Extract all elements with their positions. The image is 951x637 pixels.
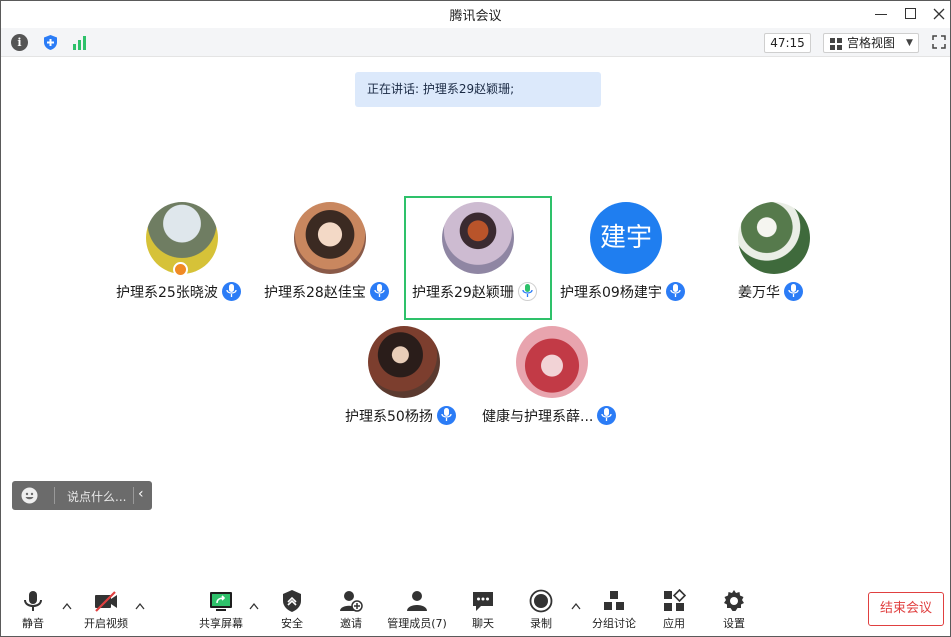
shield-icon[interactable] xyxy=(42,34,59,51)
microphone-icon xyxy=(221,281,241,301)
participant-tile[interactable]: 姜万华 xyxy=(700,197,848,321)
mute-label: 静音 xyxy=(22,617,44,630)
manage-members-button[interactable]: 管理成员(7) xyxy=(384,586,450,632)
info-icon[interactable]: i xyxy=(11,34,28,51)
participant-tile-active[interactable]: 护理系29赵颖珊 xyxy=(404,196,552,320)
microphone-icon xyxy=(24,591,42,611)
participant-name: 护理系28赵佳宝 xyxy=(264,285,366,301)
meeting-toolbar: i 47:15 宫格视图 ▼ xyxy=(1,28,950,57)
members-label: 管理成员(7) xyxy=(387,617,447,630)
settings-label: 设置 xyxy=(723,617,745,630)
share-label: 共享屏幕 xyxy=(199,617,243,630)
participant-tile[interactable]: 护理系50杨扬 xyxy=(330,321,478,445)
chevron-up-icon[interactable] xyxy=(62,602,72,610)
participant-tile[interactable]: 护理系28赵佳宝 xyxy=(256,197,404,321)
apps-button[interactable]: 应用 xyxy=(655,586,693,632)
participant-tile[interactable]: 护理系25张晓波 xyxy=(108,197,256,321)
divider xyxy=(54,487,55,504)
chat-label: 聊天 xyxy=(472,617,494,630)
speaking-indicator: 正在讲话: 护理系29赵颖珊; xyxy=(355,72,601,107)
breakout-rooms-button[interactable]: 分组讨论 xyxy=(589,586,639,632)
record-icon xyxy=(529,589,553,613)
minimize-button[interactable] xyxy=(867,3,895,25)
avatar: 建宇 xyxy=(590,202,662,274)
participant-name: 护理系25张晓波 xyxy=(116,285,218,301)
view-mode-dropdown[interactable]: 宫格视图 ▼ xyxy=(823,33,919,53)
view-mode-label: 宫格视图 xyxy=(847,36,896,50)
invite-label: 邀请 xyxy=(340,617,362,630)
window-title: 腾讯会议 xyxy=(449,9,502,24)
participant-name: 护理系09杨建宇 xyxy=(560,285,662,301)
microphone-icon xyxy=(436,405,456,425)
avatar xyxy=(442,202,514,274)
breakout-icon xyxy=(604,591,624,610)
participant-name: 健康与护理系薛... xyxy=(482,409,594,425)
close-button[interactable] xyxy=(925,3,951,25)
participant-name: 护理系50杨扬 xyxy=(345,409,433,425)
microphone-active-icon xyxy=(517,281,537,301)
divider xyxy=(133,487,134,504)
chat-button[interactable]: 聊天 xyxy=(464,586,502,632)
video-off-icon xyxy=(95,591,117,612)
chat-input-bar[interactable]: 说点什么... ‹ xyxy=(12,481,152,510)
signal-icon[interactable] xyxy=(72,34,89,51)
microphone-icon xyxy=(369,281,389,301)
security-button[interactable]: 安全 xyxy=(273,586,311,632)
title-bar: 腾讯会议 xyxy=(1,1,950,28)
fullscreen-icon[interactable] xyxy=(932,35,946,49)
start-video-button[interactable]: 开启视频 xyxy=(79,586,133,632)
video-label: 开启视频 xyxy=(84,617,128,630)
shield-icon xyxy=(283,590,301,612)
microphone-icon xyxy=(597,405,617,425)
end-meeting-button[interactable]: 结束会议 xyxy=(868,592,944,626)
security-label: 安全 xyxy=(281,617,303,630)
gear-icon xyxy=(724,590,744,611)
chevron-up-icon[interactable] xyxy=(571,602,581,610)
chat-icon xyxy=(473,592,493,611)
microphone-icon xyxy=(784,281,803,301)
chevron-up-icon[interactable] xyxy=(135,602,145,610)
apps-icon xyxy=(664,589,686,611)
record-label: 录制 xyxy=(530,617,552,630)
invite-button[interactable]: 邀请 xyxy=(332,586,370,632)
avatar xyxy=(368,326,440,398)
apps-label: 应用 xyxy=(663,617,685,630)
grid-icon xyxy=(830,38,842,50)
avatar xyxy=(294,202,366,274)
share-screen-button[interactable]: 共享屏幕 xyxy=(196,586,246,632)
chat-placeholder[interactable]: 说点什么... xyxy=(67,488,126,505)
microphone-icon xyxy=(665,281,685,301)
meeting-timer: 47:15 xyxy=(764,33,811,53)
record-button[interactable]: 录制 xyxy=(522,586,560,632)
avatar xyxy=(738,202,810,274)
chevron-left-icon[interactable]: ‹ xyxy=(138,486,144,502)
chevron-down-icon: ▼ xyxy=(906,38,913,48)
participant-tile[interactable]: 健康与护理系薛... xyxy=(478,321,626,445)
avatar xyxy=(516,326,588,398)
members-icon xyxy=(407,591,427,611)
host-icon xyxy=(173,262,188,277)
close-icon xyxy=(933,8,945,20)
participant-name: 护理系29赵颖珊 xyxy=(412,285,514,301)
mute-button[interactable]: 静音 xyxy=(13,586,53,632)
chevron-up-icon[interactable] xyxy=(249,602,259,610)
maximize-button[interactable] xyxy=(897,3,925,25)
add-user-icon xyxy=(340,591,363,612)
share-screen-icon xyxy=(210,592,232,611)
emoji-icon[interactable] xyxy=(21,487,38,504)
participant-name: 姜万华 xyxy=(738,285,780,301)
participant-tile[interactable]: 建宇 护理系09杨建宇 xyxy=(552,197,700,321)
breakout-label: 分组讨论 xyxy=(592,617,636,630)
settings-button[interactable]: 设置 xyxy=(715,586,753,632)
bottom-toolbar: 静音 开启视频 共享屏幕 安全 邀请 管理成员(7) 聊天 录制 分组讨论 应用… xyxy=(1,586,950,636)
